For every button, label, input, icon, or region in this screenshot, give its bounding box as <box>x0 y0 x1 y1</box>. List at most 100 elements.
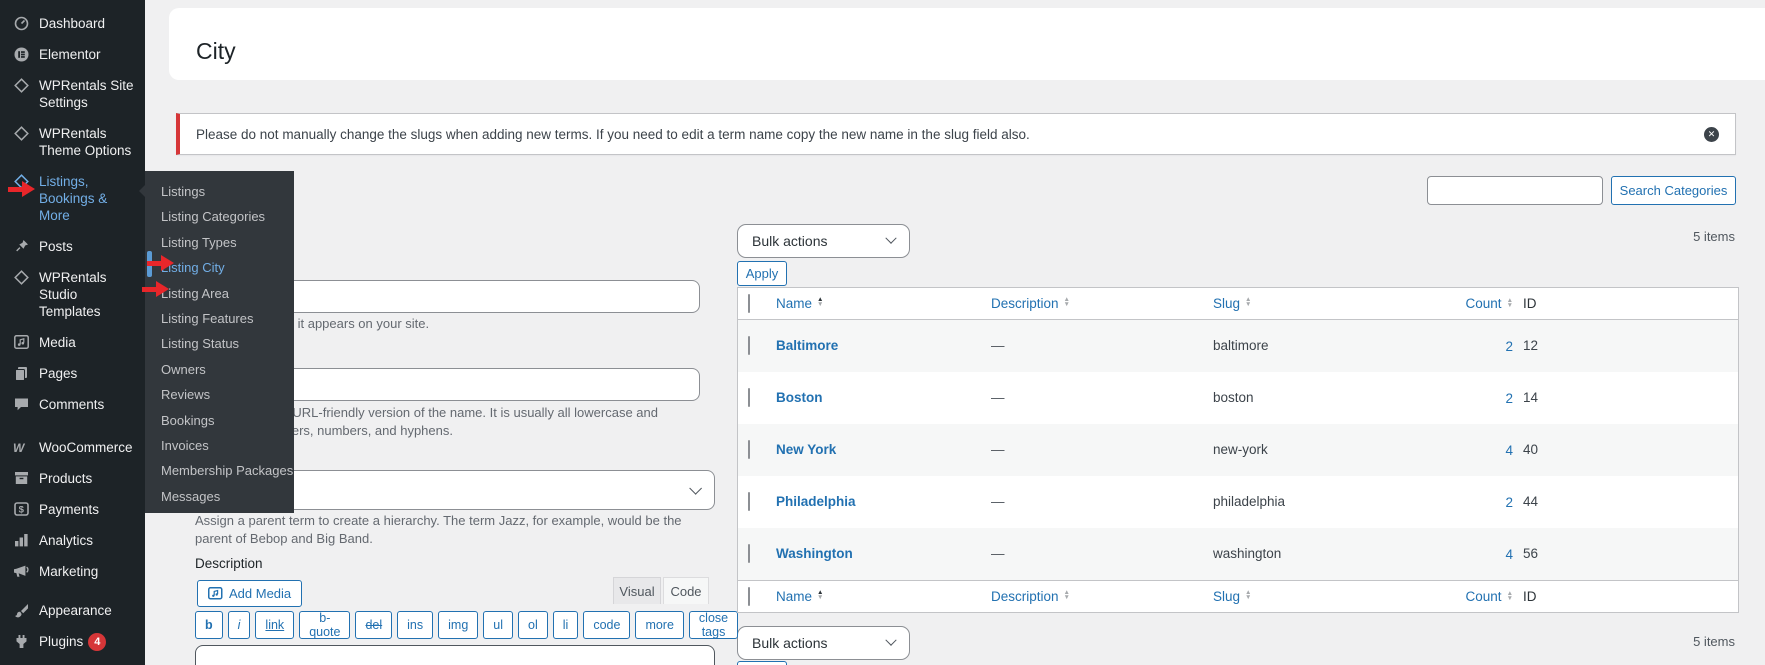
column-header-count[interactable]: Count <box>1466 296 1513 311</box>
submenu-item-listing-types[interactable]: Listing Types <box>145 230 294 255</box>
qt-li-button[interactable]: li <box>553 611 579 639</box>
submenu-item-listing-status[interactable]: Listing Status <box>145 331 294 356</box>
row-checkbox[interactable] <box>748 544 750 563</box>
submenu-item-reviews[interactable]: Reviews <box>145 382 294 407</box>
sidebar-item-payments[interactable]: $ Payments <box>0 494 145 525</box>
qt-bold-button[interactable]: b <box>195 611 223 639</box>
table-row: Washington — washington 4 56 <box>738 528 1738 580</box>
column-header-slug[interactable]: Slug <box>1213 589 1251 604</box>
plugins-update-badge: 4 <box>88 633 106 651</box>
term-id: 14 <box>1523 390 1538 405</box>
sidebar-item-comments[interactable]: Comments <box>0 389 145 420</box>
submenu-item-messages[interactable]: Messages <box>145 484 294 509</box>
sidebar-item-analytics[interactable]: Analytics <box>0 525 145 556</box>
sort-icon <box>1245 298 1251 307</box>
select-all-checkbox[interactable] <box>748 294 750 313</box>
column-header-slug[interactable]: Slug <box>1213 296 1251 311</box>
column-header-name[interactable]: Name <box>776 589 823 604</box>
sidebar-item-appearance[interactable]: Appearance <box>0 595 145 626</box>
submenu-item-listing-features[interactable]: Listing Features <box>145 306 294 331</box>
sidebar-item-media[interactable]: Media <box>0 327 145 358</box>
pages-icon <box>12 365 30 381</box>
sidebar-item-woocommerce[interactable]: W WooCommerce <box>0 432 145 463</box>
column-header-name[interactable]: Name <box>776 296 823 311</box>
column-header-description[interactable]: Description <box>991 296 1070 311</box>
svg-text:$: $ <box>18 505 24 516</box>
qt-ul-button[interactable]: ul <box>483 611 513 639</box>
box-icon <box>12 470 30 486</box>
search-input[interactable] <box>1427 176 1603 205</box>
description-textarea[interactable] <box>195 645 715 665</box>
qt-ol-button[interactable]: ol <box>518 611 548 639</box>
submenu-item-owners[interactable]: Owners <box>145 357 294 382</box>
quicktags-toolbar: b i link b-quote del ins img ul ol li co… <box>195 611 725 639</box>
apply-button-top[interactable]: Apply <box>737 261 787 286</box>
submenu-item-invoices[interactable]: Invoices <box>145 433 294 458</box>
column-header-description[interactable]: Description <box>991 589 1070 604</box>
sidebar-item-wprentals-studio-templates[interactable]: WPRentals Studio Templates <box>0 262 145 327</box>
term-count-link[interactable]: 2 <box>1505 339 1513 354</box>
select-all-checkbox[interactable] <box>748 587 750 606</box>
term-name-link[interactable]: Philadelphia <box>776 494 856 509</box>
sidebar-item-marketing[interactable]: Marketing <box>0 556 145 587</box>
apply-button-bottom[interactable]: Apply <box>737 661 787 665</box>
term-count-link[interactable]: 4 <box>1505 547 1513 562</box>
sidebar-item-listings-bookings-more[interactable]: Listings, Bookings & More <box>0 166 145 231</box>
qt-link-button[interactable]: link <box>255 611 294 639</box>
qt-img-button[interactable]: img <box>438 611 478 639</box>
term-name-link[interactable]: Boston <box>776 390 823 405</box>
tab-visual[interactable]: Visual <box>613 577 661 604</box>
sidebar-item-wprentals-theme-options[interactable]: WPRentals Theme Options <box>0 118 145 166</box>
qt-more-button[interactable]: more <box>635 611 683 639</box>
qt-blockquote-button[interactable]: b-quote <box>299 611 350 639</box>
bulk-actions-select-bottom[interactable]: Bulk actions <box>737 626 910 660</box>
tab-code[interactable]: Code <box>663 577 709 604</box>
row-checkbox[interactable] <box>748 492 750 511</box>
term-slug: new-york <box>1213 442 1268 457</box>
term-name-link[interactable]: New York <box>776 442 836 457</box>
page-header-card <box>169 8 1765 80</box>
qt-code-button[interactable]: code <box>583 611 630 639</box>
items-count-bottom: 5 items <box>1693 634 1735 649</box>
sidebar-item-pages[interactable]: Pages <box>0 358 145 389</box>
term-name-link[interactable]: Washington <box>776 546 853 561</box>
chevron-down-icon <box>885 635 896 646</box>
sidebar-item-products[interactable]: Products <box>0 463 145 494</box>
term-count-link[interactable]: 2 <box>1505 495 1513 510</box>
sidebar-item-dashboard[interactable]: Dashboard <box>0 8 145 39</box>
qt-italic-button[interactable]: i <box>228 611 251 639</box>
term-slug: philadelphia <box>1213 494 1285 509</box>
sidebar-item-wprentals-site-settings[interactable]: WPRentals Site Settings <box>0 70 145 118</box>
term-name-link[interactable]: Baltimore <box>776 338 838 353</box>
submenu-item-membership-packages[interactable]: Membership Packages <box>145 458 294 483</box>
qt-ins-button[interactable]: ins <box>397 611 433 639</box>
bulk-actions-select-top[interactable]: Bulk actions <box>737 224 910 258</box>
term-count-link[interactable]: 2 <box>1505 391 1513 406</box>
submenu-item-listings[interactable]: Listings <box>145 179 294 204</box>
search-categories-button[interactable]: Search Categories <box>1611 176 1736 205</box>
submenu-item-listing-categories[interactable]: Listing Categories <box>145 204 294 229</box>
submenu-item-bookings[interactable]: Bookings <box>145 408 294 433</box>
admin-sidebar: Dashboard Elementor WPRentals Site Setti… <box>0 0 145 665</box>
add-media-button[interactable]: Add Media <box>197 580 302 607</box>
row-checkbox[interactable] <box>748 336 750 355</box>
row-checkbox[interactable] <box>748 388 750 407</box>
bulk-actions-label: Bulk actions <box>752 233 827 249</box>
sort-icon <box>1245 591 1251 600</box>
qt-del-button[interactable]: del <box>355 611 392 639</box>
term-slug: washington <box>1213 546 1281 561</box>
sidebar-item-users[interactable]: Users <box>0 658 145 665</box>
row-checkbox[interactable] <box>748 440 750 459</box>
sidebar-item-plugins[interactable]: Plugins4 <box>0 626 145 658</box>
close-icon[interactable]: ✕ <box>1704 127 1719 142</box>
bars-icon <box>12 532 30 548</box>
term-count-link[interactable]: 4 <box>1505 443 1513 458</box>
term-slug: boston <box>1213 390 1254 405</box>
sidebar-item-posts[interactable]: Posts <box>0 231 145 262</box>
sidebar-item-elementor[interactable]: Elementor <box>0 39 145 70</box>
term-description: — <box>991 494 1005 509</box>
diamond-icon <box>12 125 30 141</box>
column-header-count[interactable]: Count <box>1466 589 1513 604</box>
qt-close-tags-button[interactable]: close tags <box>689 611 738 639</box>
term-description: — <box>991 338 1005 353</box>
